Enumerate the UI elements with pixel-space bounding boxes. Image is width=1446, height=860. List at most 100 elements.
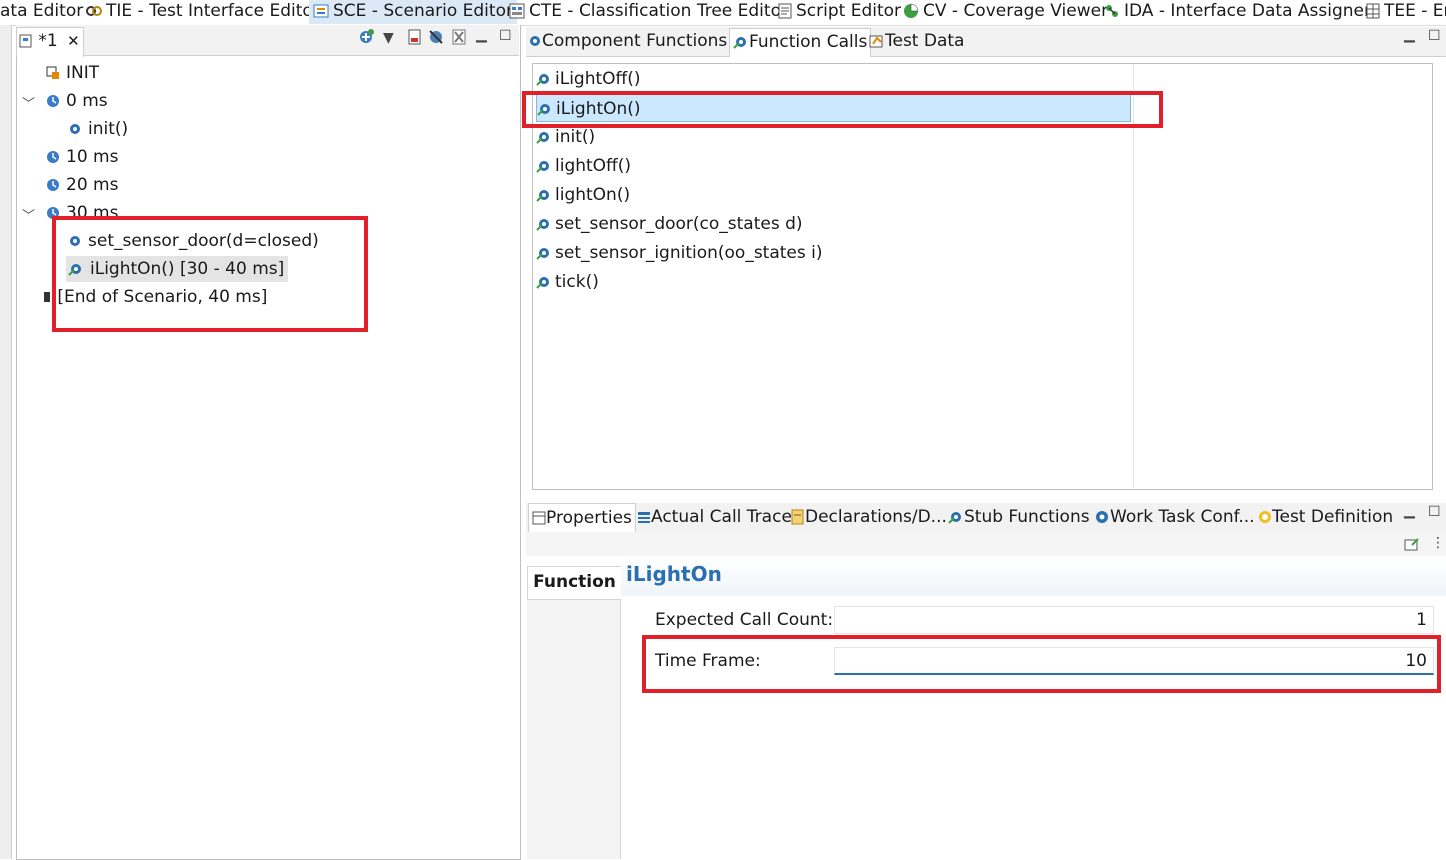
tab-tie[interactable]: TIE - Test Interface Editor	[86, 0, 320, 24]
maximize-icon[interactable]: ☐	[1428, 28, 1441, 44]
tab-properties[interactable]: Properties	[528, 503, 636, 533]
expand-icon[interactable]: ﹀	[22, 205, 35, 224]
tab-label: ata Editor	[0, 1, 84, 21]
test-data-icon	[869, 35, 883, 48]
gear-call-icon	[536, 161, 549, 173]
scenario-tab-label: *1	[38, 31, 58, 51]
tab-label: CV - Coverage Viewer	[923, 1, 1109, 21]
close-icon[interactable]: ✕	[67, 32, 80, 50]
tree-item-init[interactable]: INIT	[46, 60, 99, 86]
add-icon[interactable]	[358, 29, 374, 49]
link-icon	[86, 6, 102, 16]
minimize-icon[interactable]: ▁	[1404, 503, 1415, 519]
pin-icon[interactable]	[1404, 537, 1420, 555]
tab-actual-call-trace[interactable]: Actual Call Trace	[637, 503, 792, 532]
dropdown-icon[interactable]: ▼	[383, 30, 394, 46]
function-label: set_sensor_door(co_states d)	[555, 214, 803, 234]
init-icon	[46, 66, 59, 79]
function-label: iLightOff()	[555, 69, 641, 89]
tree-item-label: 10 ms	[66, 147, 119, 167]
clock-icon	[47, 151, 59, 163]
highlight-box-function	[522, 91, 1163, 128]
properties-title: iLightOn	[626, 562, 722, 586]
function-label: tick()	[555, 272, 599, 292]
tab-label: Actual Call Trace	[651, 507, 792, 527]
tree-item-20ms[interactable]: 20 ms	[46, 172, 118, 198]
export-icon[interactable]	[408, 29, 422, 49]
tab-sce[interactable]: SCE - Scenario Editor	[309, 0, 517, 24]
clock-icon	[47, 179, 59, 191]
tab-test-data[interactable]: Test Data	[869, 28, 964, 56]
delete-icon[interactable]	[452, 29, 466, 49]
tree-item-0ms[interactable]: 0 ms	[46, 88, 108, 114]
tab-coverage-viewer[interactable]: CV - Coverage Viewer	[903, 0, 1108, 24]
function-item[interactable]: lightOff()	[536, 152, 631, 180]
properties-header	[620, 556, 1446, 596]
gear-call-icon	[536, 219, 549, 231]
tab-label: Stub Functions	[964, 507, 1090, 527]
tree-item-label: 0 ms	[66, 91, 108, 111]
tab-label: Test Definition	[1272, 507, 1394, 527]
tab-label: TEE - Er	[1384, 1, 1446, 21]
expand-icon[interactable]: ﹀	[22, 93, 35, 112]
tab-ida[interactable]: IDA - Interface Data Assigner	[1104, 0, 1371, 24]
tab-label: SCE - Scenario Editor	[333, 1, 513, 21]
gear-icon	[1096, 511, 1108, 523]
properties-icon	[532, 511, 546, 525]
scenario-file-icon	[19, 34, 32, 48]
tree-item-label: init()	[88, 119, 129, 139]
properties-toolbar	[526, 532, 1446, 556]
tab-tee[interactable]: TEE - Er	[1366, 0, 1446, 24]
maximize-icon[interactable]: ☐	[1428, 504, 1441, 520]
view-menu-icon[interactable]: ⋮	[1431, 535, 1445, 551]
function-item[interactable]: lightOn()	[536, 181, 630, 209]
tree-item-init-call[interactable]: init()	[68, 116, 128, 142]
clock-icon	[47, 95, 59, 107]
gear-icon	[70, 124, 80, 134]
assigner-icon	[1106, 5, 1118, 17]
tab-label: Script Editor	[796, 1, 902, 21]
function-item[interactable]: iLightOff()	[536, 65, 641, 93]
function-item[interactable]: set_sensor_door(co_states d)	[536, 210, 803, 238]
trace-icon	[638, 512, 650, 523]
tab-data-editor[interactable]: ata Editor	[0, 0, 83, 24]
tab-label: Test Data	[885, 31, 965, 51]
disable-icon[interactable]	[428, 29, 444, 49]
function-label: set_sensor_ignition(oo_states i)	[555, 243, 823, 263]
function-item[interactable]: tick()	[536, 268, 599, 296]
gear-icon	[530, 36, 540, 46]
minimize-icon[interactable]: ▁	[1404, 27, 1415, 43]
tab-label: Component Functions	[542, 31, 728, 51]
maximize-icon[interactable]: ☐	[499, 28, 512, 44]
target-icon	[1259, 511, 1271, 523]
minimize-icon[interactable]: ▁	[476, 27, 487, 43]
grid-icon	[1366, 3, 1380, 19]
tab-declarations[interactable]: Declarations/D...	[791, 503, 947, 532]
tab-work-task-conf[interactable]: Work Task Conf...	[1094, 503, 1255, 532]
tab-label: IDA - Interface Data Assigner	[1124, 1, 1371, 21]
tab-label: TIE - Test Interface Editor	[106, 1, 320, 21]
expected-call-count-field[interactable]: 1	[834, 606, 1434, 634]
declarations-icon	[791, 509, 804, 525]
tab-stub-functions[interactable]: Stub Functions	[948, 503, 1090, 532]
tree-item-label: 20 ms	[66, 175, 119, 195]
function-label: lightOn()	[555, 185, 631, 205]
tree-item-10ms[interactable]: 10 ms	[46, 144, 118, 170]
function-item[interactable]: set_sensor_ignition(oo_states i)	[536, 239, 823, 267]
tree-editor-icon	[509, 3, 525, 19]
scenario-tab[interactable]: *1 ✕	[16, 27, 84, 57]
tree-item-label: INIT	[66, 63, 100, 83]
gear-call-icon	[536, 132, 549, 144]
tab-test-definition[interactable]: Test Definition	[1258, 503, 1393, 532]
tab-component-functions[interactable]: Component Functions	[528, 28, 727, 56]
tab-function[interactable]: Function	[527, 566, 621, 600]
script-icon	[778, 3, 792, 19]
tab-function-calls[interactable]: Function Calls	[729, 28, 872, 57]
properties-side-column	[527, 598, 621, 859]
function-label: init()	[555, 127, 596, 147]
tab-cte[interactable]: CTE - Classification Tree Editor	[509, 0, 788, 24]
highlight-box-time-frame	[642, 635, 1441, 693]
tab-script-editor[interactable]: Script Editor	[778, 0, 901, 24]
gear-call-icon	[536, 74, 549, 86]
tab-label: Properties	[546, 508, 632, 528]
